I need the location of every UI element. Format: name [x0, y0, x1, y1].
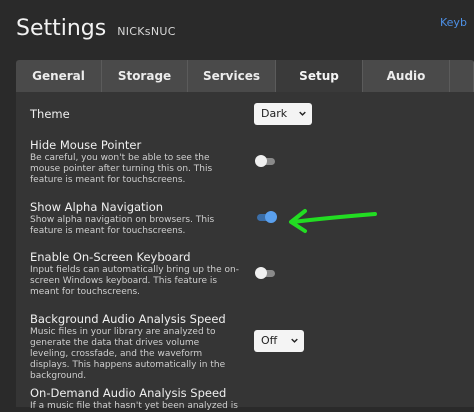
setting-on-screen-keyboard: Enable On-Screen Keyboard Input fields c… — [30, 250, 240, 298]
settings-panel: Theme Dark Hide Mouse Pointer Be careful… — [16, 92, 474, 411]
on-screen-keyboard-toggle[interactable] — [255, 267, 277, 279]
hide-mouse-pointer-toggle[interactable] — [255, 155, 277, 167]
toggle-knob — [255, 155, 267, 167]
hide-mouse-pointer-label: Hide Mouse Pointer — [30, 138, 142, 152]
settings-tabs: General Storage Services Setup Audio — [16, 60, 474, 92]
chevron-down-icon — [299, 111, 306, 116]
tab-more[interactable] — [450, 60, 474, 92]
on-screen-keyboard-label: Enable On-Screen Keyboard — [30, 250, 191, 264]
show-alpha-navigation-label: Show Alpha Navigation — [30, 200, 164, 214]
setting-on-demand-audio-analysis: On-Demand Audio Analysis Speed If a musi… — [30, 386, 240, 412]
toggle-knob — [265, 211, 277, 223]
show-alpha-navigation-toggle[interactable] — [255, 211, 277, 223]
tab-audio[interactable]: Audio — [363, 60, 450, 92]
on-demand-audio-analysis-label: On-Demand Audio Analysis Speed — [30, 386, 227, 400]
toggle-knob — [255, 267, 267, 279]
setting-hide-mouse-pointer: Hide Mouse Pointer Be careful, you won't… — [30, 138, 240, 186]
theme-label: Theme — [30, 107, 70, 121]
settings-title: Settings — [16, 16, 107, 41]
tab-services[interactable]: Services — [188, 60, 276, 92]
page-title: Settings NICKsNUC — [16, 16, 176, 41]
on-screen-keyboard-description: Input fields can automatically bring up … — [30, 265, 239, 297]
tab-storage[interactable]: Storage — [102, 60, 188, 92]
show-alpha-navigation-description: Show alpha navigation on browsers. This … — [30, 215, 215, 236]
tab-general[interactable]: General — [16, 60, 102, 92]
theme-select[interactable]: Dark — [254, 103, 312, 125]
setting-show-alpha-navigation: Show Alpha Navigation Show alpha navigat… — [30, 200, 240, 237]
background-audio-analysis-select[interactable]: Off — [254, 330, 304, 352]
background-audio-analysis-label: Background Audio Analysis Speed — [30, 312, 226, 326]
server-name: NICKsNUC — [117, 25, 176, 38]
green-arrow-icon — [289, 209, 377, 233]
background-audio-analysis-description: Music files in your library are analyzed… — [30, 327, 226, 381]
keyboard-shortcuts-link[interactable]: Keyb — [440, 16, 467, 29]
setting-background-audio-analysis: Background Audio Analysis Speed Music fi… — [30, 312, 240, 382]
tab-setup[interactable]: Setup — [276, 60, 363, 92]
background-audio-analysis-value: Off — [261, 334, 278, 347]
chevron-down-icon — [291, 338, 298, 343]
theme-select-value: Dark — [261, 107, 288, 120]
hide-mouse-pointer-description: Be careful, you won't be able to see the… — [30, 153, 213, 185]
setting-theme: Theme — [30, 107, 240, 121]
